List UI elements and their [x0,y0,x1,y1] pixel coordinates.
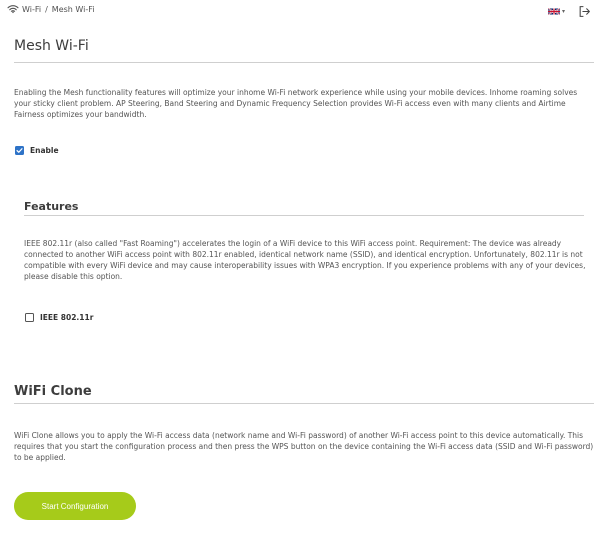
breadcrumb-separator: / [45,4,48,14]
features-description: IEEE 802.11r (also called "Fast Roaming"… [24,239,586,281]
wifi-clone-heading: WiFi Clone [14,384,92,399]
mesh-description: Enabling the Mesh functionality features… [14,88,578,119]
wifi-icon [7,5,19,14]
logout-icon[interactable] [578,5,591,18]
uk-flag-icon [548,8,560,15]
ieee-80211r-label[interactable]: IEEE 802.11r [40,313,93,322]
language-switch[interactable]: ▾ [548,8,565,15]
enable-checkbox[interactable] [15,146,24,155]
ieee-checkbox-row[interactable]: IEEE 802.11r [25,313,93,322]
chevron-down-icon: ▾ [562,8,566,15]
wifi-clone-description: WiFi Clone allows you to apply the Wi-Fi… [14,431,594,462]
features-heading: Features [24,200,79,213]
start-configuration-button[interactable]: Start Configuration [14,492,136,520]
breadcrumb-section[interactable]: Wi-Fi [22,5,41,14]
features-divider [24,215,584,216]
enable-checkbox-row[interactable]: Enable [15,146,59,155]
ieee-80211r-checkbox[interactable] [25,313,34,322]
wifi-clone-divider [14,403,594,404]
title-divider [14,62,594,63]
page-title: Mesh Wi-Fi [14,38,89,54]
top-bar: Wi-Fi / Mesh Wi-Fi ▾ [0,0,599,28]
breadcrumb-page: Mesh Wi-Fi [51,4,95,14]
breadcrumb: Wi-Fi / Mesh Wi-Fi [7,4,95,14]
enable-label[interactable]: Enable [30,146,59,155]
checkmark-icon [16,148,23,153]
